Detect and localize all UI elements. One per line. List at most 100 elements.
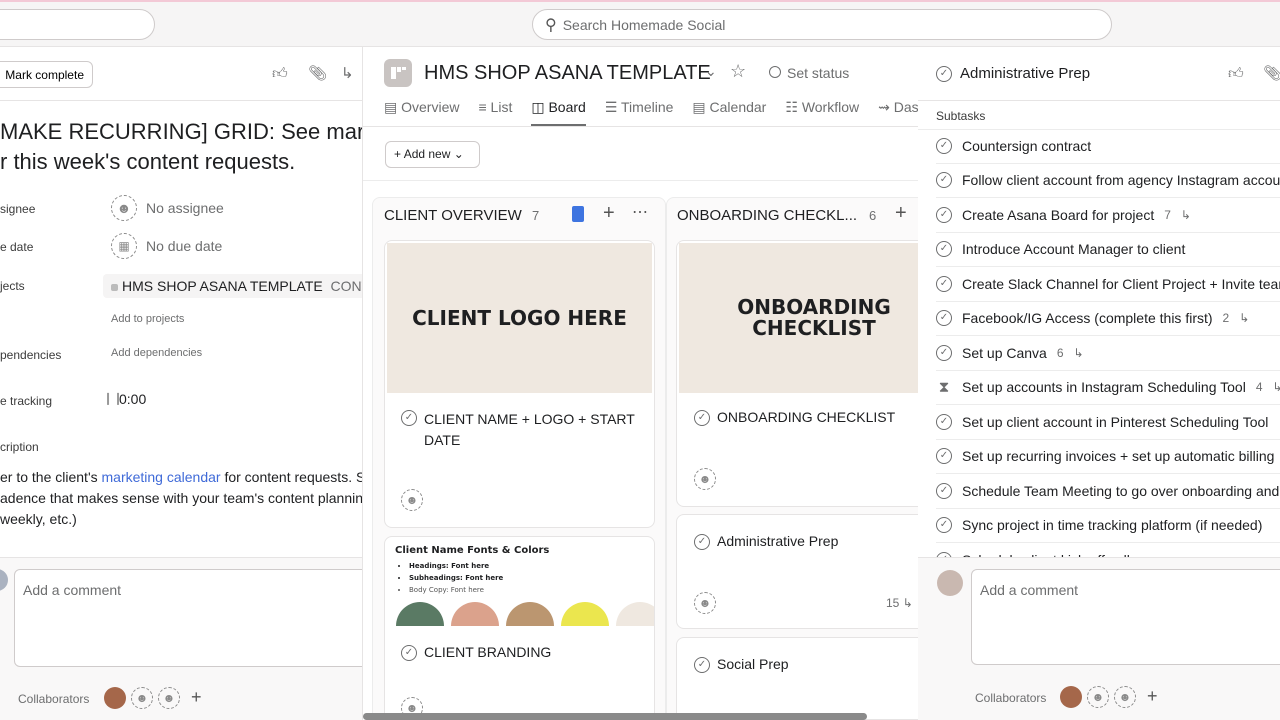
check-circle-icon[interactable]: ✓ — [936, 448, 952, 465]
chevron-down-icon[interactable]: ⌄ — [705, 63, 717, 80]
tab-dashboard[interactable]: ⇝ Das — [878, 99, 918, 126]
time-tracking-label: e tracking — [0, 394, 53, 408]
add-collaborator-icon[interactable]: ☻ — [1114, 686, 1136, 708]
plus-icon[interactable]: + — [1147, 686, 1158, 707]
add-collaborator-icon[interactable]: ☻ — [131, 687, 153, 709]
assignee-icon[interactable]: ☻ — [694, 468, 716, 490]
subtask-icon: ↳ — [1180, 207, 1191, 222]
subtask-row[interactable]: ⧗ Set up accounts in Instagram Scheduling… — [936, 371, 1280, 405]
subtask-row[interactable]: ✓ Facebook/IG Access (complete this first… — [936, 302, 1280, 336]
subtask-row[interactable]: ✓ Set up recurring invoices + set up auto… — [936, 440, 1280, 474]
subtask-name: Follow client account from agency Instag… — [962, 172, 1280, 189]
check-circle-icon[interactable]: ✓ — [936, 413, 952, 430]
project-icon — [384, 59, 412, 87]
check-circle-icon[interactable]: ✓ — [694, 657, 710, 673]
collaborator-avatar[interactable] — [1060, 686, 1082, 708]
hourglass-icon[interactable]: ⧗ — [936, 379, 952, 396]
task-card[interactable]: ✓ Social Prep — [676, 637, 918, 720]
subtask-row[interactable]: ✓ Sync project in time tracking platform … — [936, 509, 1280, 543]
check-circle-icon[interactable]: ✓ — [936, 310, 952, 327]
add-task-icon[interactable]: + — [603, 202, 615, 225]
subtask-count: 6 — [1056, 345, 1064, 360]
check-circle-icon[interactable]: ✓ — [694, 534, 710, 550]
assignee-avatar-icon[interactable]: ☻ — [111, 195, 137, 221]
like-icon[interactable]: 👍︎ — [272, 65, 288, 83]
set-status-button[interactable]: Set status — [787, 65, 849, 81]
add-dependencies-link[interactable]: Add dependencies — [111, 347, 202, 359]
mark-complete-button[interactable]: Mark complete — [0, 61, 93, 88]
assignee-icon[interactable]: ☻ — [401, 489, 423, 511]
task-card[interactable]: CLIENT LOGO HERE ✓ CLIENT NAME + LOGO + … — [384, 240, 655, 528]
left-search-pill[interactable] — [0, 9, 155, 40]
check-circle-icon[interactable]: ✓ — [401, 410, 417, 426]
plus-icon[interactable]: + — [191, 687, 202, 708]
subtask-row[interactable]: ✓ Create Slack Channel for Client Project… — [936, 267, 1280, 302]
search-input[interactable]: ⚲ Search Homemade Social — [532, 9, 1112, 40]
subtask-name: Sync project in time tracking platform (… — [962, 517, 1263, 534]
check-circle-icon[interactable]: ✓ — [936, 517, 952, 534]
tab-timeline[interactable]: ☰ Timeline — [605, 99, 674, 126]
tab-board[interactable]: ◫ Board — [531, 99, 586, 126]
due-date-value[interactable]: No due date — [146, 238, 222, 254]
task-card[interactable]: Client Name Fonts & Colors Headings: Fon… — [384, 536, 655, 720]
description-text[interactable]: er to the client's marketing calendar fo… — [0, 467, 362, 530]
assignee-icon[interactable]: ☻ — [694, 592, 716, 614]
comment-input[interactable]: Add a comment — [971, 569, 1280, 665]
subtask-name: Facebook/IG Access (complete this first) — [962, 310, 1213, 327]
attachment-icon[interactable]: 📎︎ — [308, 64, 327, 82]
subtask-count[interactable]: 15 ↳ — [886, 596, 913, 610]
add-to-projects-link[interactable]: Add to projects — [111, 313, 184, 325]
check-circle-icon[interactable]: ✓ — [936, 241, 952, 258]
color-swatch — [396, 602, 444, 626]
add-new-button[interactable]: + Add new ⌄ — [385, 141, 480, 168]
tab-workflow[interactable]: ☷ Workflow — [785, 99, 859, 126]
check-circle-icon[interactable]: ✓ — [936, 172, 952, 189]
collaborator-avatar[interactable] — [104, 687, 126, 709]
check-circle-icon[interactable]: ✓ — [401, 645, 417, 661]
subtask-list: ✓ Countersign contract ✓ Follow client acco… — [918, 47, 1280, 557]
subtask-row[interactable]: ✓ Schedule Team Meeting to go over onboar… — [936, 474, 1280, 509]
column-count: 6 — [869, 208, 877, 223]
tab-overview[interactable]: ▤ Overview — [384, 99, 459, 126]
add-collaborator-icon[interactable]: ☻ — [1087, 686, 1109, 708]
task-card[interactable]: ONBOARDING CHECKLIST ✓ ONBOARDING CHECKL… — [676, 240, 918, 507]
add-task-icon[interactable]: + — [895, 202, 907, 225]
tab-list[interactable]: ≡ List — [478, 99, 512, 126]
subtask-row[interactable]: ✓ Follow client account from agency Insta… — [936, 164, 1280, 198]
color-swatch — [561, 602, 609, 626]
subtask-row[interactable]: ✓ Introduce Account Manager to client — [936, 233, 1280, 267]
subtask-row[interactable]: ✓Schedule client kick-off call — [936, 543, 1280, 557]
comment-input[interactable]: Add a comment — [14, 569, 362, 667]
subtask-count: 7 — [1164, 207, 1171, 222]
check-circle-icon[interactable]: ✓ — [936, 344, 952, 361]
subtask-name: Create Slack Channel for Client Project … — [962, 275, 1280, 292]
subtask-row[interactable]: ✓ Create Asana Board for project 7 ↳ — [936, 198, 1280, 233]
document-icon[interactable] — [572, 206, 584, 222]
card-title: Administrative Prep — [717, 533, 839, 549]
check-circle-icon[interactable]: ✓ — [694, 410, 710, 426]
color-swatch — [451, 602, 499, 626]
subtask-row[interactable]: ✓ Set up Canva 6 ↳ — [936, 336, 1280, 371]
calendar-icon[interactable]: ▦ — [111, 233, 137, 259]
tab-calendar[interactable]: ▤ Calendar — [692, 99, 766, 126]
star-icon[interactable]: ☆ — [730, 61, 746, 82]
check-circle-icon[interactable]: ✓ — [936, 275, 952, 292]
project-chip[interactable]: HMS SHOP ASANA TEMPLATE CONTE — [103, 274, 362, 298]
add-collaborator-icon[interactable]: ☻ — [158, 687, 180, 709]
horizontal-scrollbar[interactable] — [363, 713, 867, 720]
more-options-icon[interactable]: ⋯ — [632, 202, 648, 222]
check-circle-icon[interactable]: ✓ — [936, 137, 952, 154]
time-value[interactable]: 0:00 — [119, 391, 146, 407]
check-circle-icon[interactable]: ✓ — [936, 206, 952, 223]
assignee-value[interactable]: No assignee — [146, 200, 224, 216]
project-tabs: ▤ Overview ≡ List ◫ Board ☰ Timeline ▤ C… — [384, 99, 918, 126]
project-title[interactable]: HMS SHOP ASANA TEMPLATE — [424, 62, 711, 85]
subtask-row[interactable]: ✓ Countersign contract — [936, 129, 1280, 164]
task-card[interactable]: ✓ Administrative Prep ☻ 15 ↳ — [676, 514, 918, 629]
subtask-name: Set up accounts in Instagram Scheduling … — [962, 379, 1246, 396]
subtask-icon[interactable]: ↳ — [341, 64, 354, 82]
task-title[interactable]: MAKE RECURRING] GRID: See marke r this we… — [0, 117, 362, 177]
marketing-calendar-link[interactable]: marketing calendar — [102, 469, 221, 485]
check-circle-icon[interactable]: ✓ — [936, 482, 952, 499]
subtask-row[interactable]: ✓ Set up client account in Pinterest Sche… — [936, 405, 1280, 440]
